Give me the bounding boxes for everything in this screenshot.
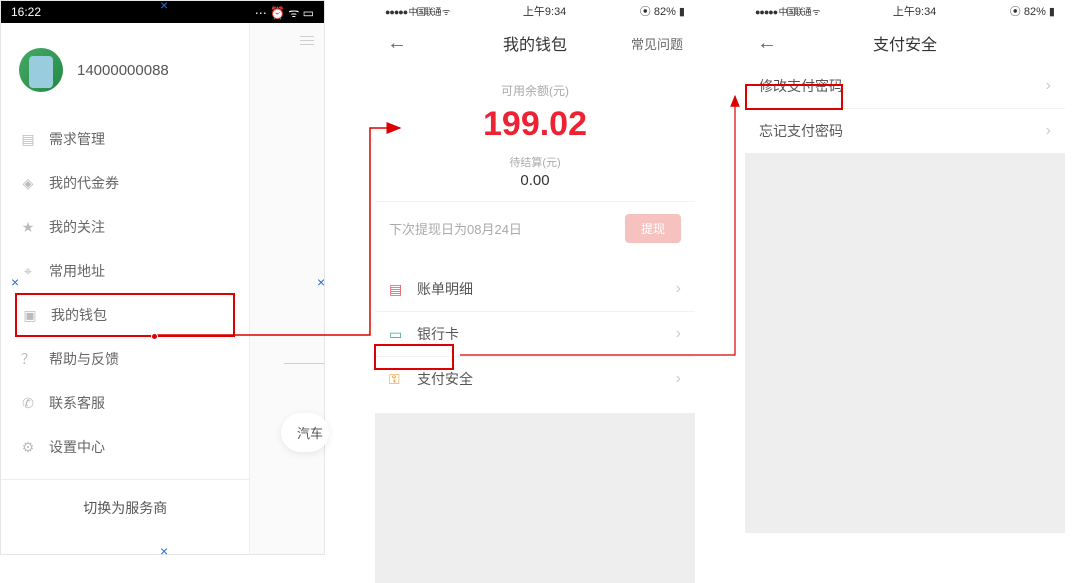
list-icon: ▭ — [389, 326, 407, 343]
list-label: 账单明细 — [417, 279, 473, 299]
switch-role-button[interactable]: 切换为服务商 — [1, 479, 249, 536]
empty-area — [745, 153, 1065, 533]
annotation-marker-x: × — [160, 543, 168, 559]
annotation-marker-x: × — [317, 274, 325, 290]
ios-statusbar: ●●●●● 中国联通 ᯤ 上午9:34 ⦿ 82% ▮ — [745, 0, 1065, 22]
status-time: 上午9:34 — [893, 3, 936, 19]
chevron-right-icon: › — [1046, 77, 1051, 95]
chevron-right-icon: › — [1046, 122, 1051, 140]
pending-label: 待结算(元) — [375, 154, 695, 170]
pending-amount: 0.00 — [375, 172, 695, 189]
profile-row[interactable]: 14000000088 — [1, 23, 249, 117]
security-list-item-1[interactable]: 忘记支付密码 › — [745, 108, 1065, 153]
main-panel-peek: ——— 汽车 — [249, 23, 324, 554]
sidebar-item-6[interactable]: ✆ 联系客服 — [1, 381, 249, 425]
back-icon[interactable]: ← — [757, 32, 817, 55]
nav-title: 我的钱包 — [447, 31, 623, 55]
menu-icon: ✆ — [19, 394, 37, 412]
status-time: 16:22 — [11, 5, 41, 19]
battery: ⦿ 82% ▮ — [640, 3, 685, 19]
battery: ⦿ 82% ▮ — [1010, 3, 1055, 19]
ios-statusbar: ●●●●● 中国联通 ᯤ 上午9:34 ⦿ 82% ▮ — [375, 0, 695, 22]
drawer-sidebar: 14000000088 ▤ 需求管理 ◈ 我的代金券 ★ 我的关注 ⌖ 常用地址 ▣ 我的钱包 ？ 帮… — [1, 23, 249, 554]
menu-label: 需求管理 — [49, 129, 105, 149]
hamburger-icon[interactable]: ——— — [300, 33, 314, 45]
status-icons: ⋯ ⏰ ᯤ ▭ — [255, 4, 314, 21]
withdraw-note: 下次提现日为08月24日 — [389, 219, 522, 238]
annotation-marker-x: × — [11, 274, 19, 290]
back-icon[interactable]: ← — [387, 32, 447, 55]
menu-icon: ▤ — [19, 130, 37, 148]
list-label: 忘记支付密码 — [759, 121, 843, 141]
empty-area — [375, 413, 695, 583]
wallet-list: ▤ 账单明细 › ▭ 银行卡 › ⚿ 支付安全 › — [375, 267, 695, 401]
menu-icon: ▣ — [21, 306, 39, 324]
sidebar-item-2[interactable]: ★ 我的关注 — [1, 205, 249, 249]
annotation-box-payment-security — [374, 344, 454, 370]
phone-number: 14000000088 — [77, 62, 169, 79]
balance-block: 可用余额(元) 199.02 待结算(元) 0.00 — [375, 64, 695, 201]
status-time: 上午9:34 — [523, 3, 566, 19]
annotation-box-modify-password — [745, 84, 843, 110]
sidebar-item-0[interactable]: ▤ 需求管理 — [1, 117, 249, 161]
balance-amount: 199.02 — [375, 105, 695, 144]
wallet-list-item-0[interactable]: ▤ 账单明细 › — [375, 267, 695, 311]
menu-label: 我的关注 — [49, 217, 105, 237]
menu-icon: ⚙ — [19, 438, 37, 456]
navbar: ← 我的钱包 常见问题 — [375, 22, 695, 64]
withdraw-row: 下次提现日为08月24日 提现 — [375, 201, 695, 255]
avatar — [19, 48, 63, 92]
menu-label: 我的代金券 — [49, 173, 119, 193]
chevron-right-icon: › — [676, 370, 681, 388]
list-label: 银行卡 — [417, 324, 459, 344]
sidebar-item-5[interactable]: ？ 帮助与反馈 — [1, 337, 249, 381]
screen-2-wallet: ●●●●● 中国联通 ᯤ 上午9:34 ⦿ 82% ▮ ← 我的钱包 常见问题 … — [375, 0, 695, 555]
screen-1-sidebar: 16:22 ⋯ ⏰ ᯤ ▭ 14000000088 ▤ 需求管理 ◈ 我的代金券 ★ 我的… — [0, 0, 325, 555]
menu-label: 设置中心 — [49, 437, 105, 457]
sidebar-item-1[interactable]: ◈ 我的代金券 — [1, 161, 249, 205]
list-label: 支付安全 — [417, 369, 473, 389]
category-chip[interactable]: 汽车 — [281, 413, 329, 452]
navbar: ← 支付安全 — [745, 22, 1065, 64]
sidebar-item-7[interactable]: ⚙ 设置中心 — [1, 425, 249, 469]
list-icon: ⚿ — [389, 371, 407, 388]
annotation-dot — [151, 333, 158, 340]
chevron-right-icon: › — [676, 280, 681, 298]
menu-icon: ？ — [19, 350, 37, 368]
sidebar-item-4[interactable]: ▣ 我的钱包 — [15, 293, 235, 337]
menu-icon: ⌖ — [19, 262, 37, 280]
faq-link[interactable]: 常见问题 — [623, 34, 683, 53]
sidebar-item-3[interactable]: ⌖ 常用地址 — [1, 249, 249, 293]
menu-icon: ★ — [19, 218, 37, 236]
menu-label: 帮助与反馈 — [49, 349, 119, 369]
nav-title: 支付安全 — [817, 31, 993, 55]
annotation-marker-x: × — [160, 0, 168, 13]
signal: ●●●●● 中国联通 ᯤ — [385, 5, 449, 18]
menu-label: 我的钱包 — [51, 305, 107, 325]
menu-label: 常用地址 — [49, 261, 105, 281]
menu-icon: ◈ — [19, 174, 37, 192]
chevron-right-icon: › — [676, 325, 681, 343]
menu-label: 联系客服 — [49, 393, 105, 413]
list-icon: ▤ — [389, 281, 407, 298]
signal: ●●●●● 中国联通 ᯤ — [755, 5, 819, 18]
balance-label: 可用余额(元) — [375, 82, 695, 99]
withdraw-button[interactable]: 提现 — [625, 214, 681, 243]
